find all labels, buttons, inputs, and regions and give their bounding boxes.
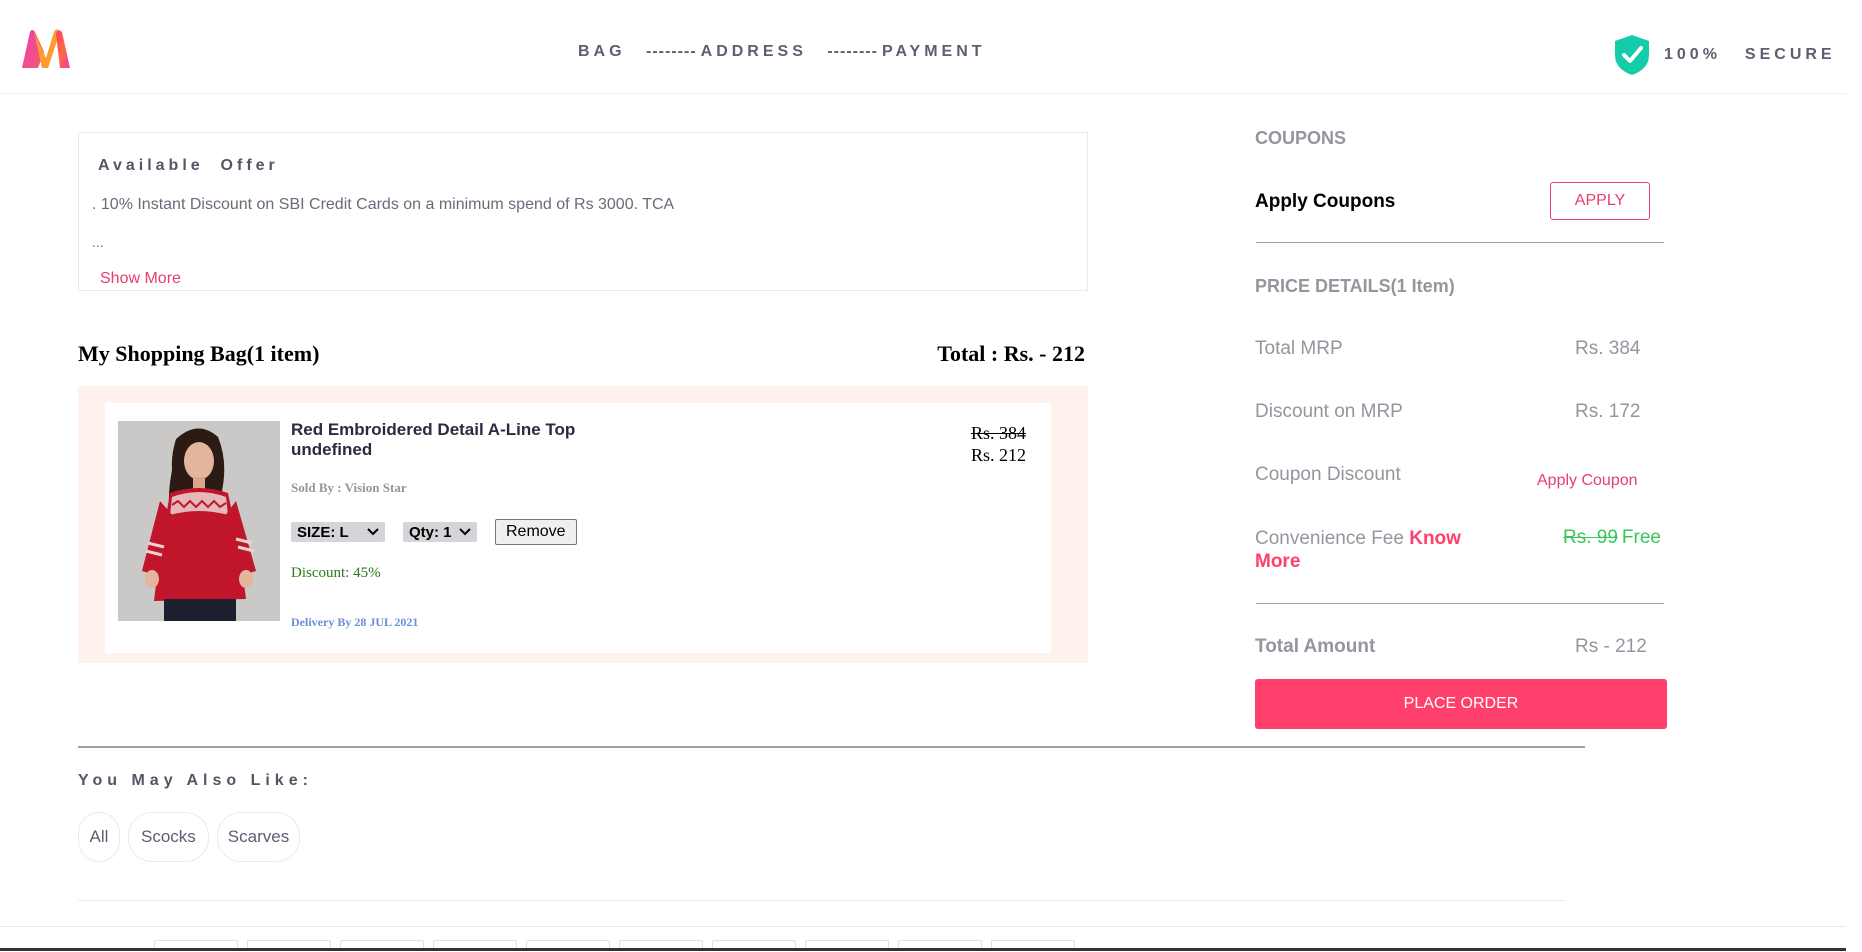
coupons-title: COUPONS: [1255, 128, 1347, 148]
step-address[interactable]: ADDRESS: [701, 43, 807, 60]
original-price: Rs. 384: [970, 423, 1026, 443]
product-image[interactable]: [118, 421, 280, 621]
sold-by: Sold By : Vision Star: [291, 480, 407, 495]
bag-total: Total : Rs. - 212: [937, 341, 1085, 366]
convenience-fee-free: Free: [1621, 527, 1661, 548]
divider: [78, 900, 1566, 901]
step-separator: --------: [646, 43, 697, 60]
apply-coupon-link[interactable]: Apply Coupon: [1537, 472, 1638, 490]
qty-select[interactable]: Qty: 1: [403, 522, 477, 542]
checkout-steps: BAG -------- ADDRESS -------- PAYMENT: [578, 43, 986, 61]
apply-coupon-button[interactable]: APPLY: [1550, 182, 1650, 220]
remove-button[interactable]: Remove: [495, 519, 577, 545]
divider: [1256, 603, 1664, 604]
bag-item: Red Embroidered Detail A-Line Top undefi…: [105, 403, 1051, 653]
coupon-discount-label: Coupon Discount: [1255, 464, 1401, 485]
discount-text: Discount: 45%: [291, 565, 381, 581]
convenience-fee-label: Convenience Fee Know More: [1255, 528, 1461, 572]
secure-text: 100% SECURE: [1664, 46, 1836, 63]
divider: [1256, 242, 1664, 243]
chip-scocks[interactable]: Scocks: [128, 812, 209, 862]
qty-value: Qty: 1: [409, 523, 452, 541]
chevron-down-icon: [459, 528, 471, 536]
discount-mrp-value: Rs. 172: [1575, 401, 1641, 422]
chevron-down-icon: [367, 528, 379, 536]
divider: [78, 746, 1585, 748]
shopping-bag-heading: My Shopping Bag(1 item): [78, 341, 320, 366]
available-offer-box: Available Offer . 10% Instant Discount o…: [78, 132, 1088, 291]
convenience-fee-value: Rs. 99 Free: [1563, 527, 1661, 549]
myntra-logo[interactable]: [20, 28, 72, 70]
size-value: SIZE: L: [297, 523, 349, 541]
step-separator: --------: [827, 43, 878, 60]
discounted-price: Rs. 212: [970, 445, 1026, 465]
chip-scarves[interactable]: Scarves: [216, 812, 301, 862]
category-chips: All Scocks Scarves: [78, 812, 308, 862]
offer-ellipsis: ...: [92, 234, 104, 250]
delivery-date: Delivery By 28 JUL 2021: [291, 615, 419, 629]
header: BAG -------- ADDRESS -------- PAYMENT 100%…: [0, 0, 1862, 94]
offer-text: . 10% Instant Discount on SBI Credit Car…: [92, 196, 675, 213]
convenience-fee-original: Rs. 99: [1563, 527, 1618, 548]
scrollbar[interactable]: [1846, 0, 1862, 951]
total-mrp-value: Rs. 384: [1575, 338, 1641, 359]
secure-badge: 100% SECURE: [1612, 33, 1836, 77]
shield-check-icon: [1615, 35, 1649, 75]
chip-all[interactable]: All: [78, 812, 120, 862]
offer-title: Available Offer: [98, 157, 279, 174]
step-bag[interactable]: BAG: [578, 43, 626, 60]
discount-mrp-label: Discount on MRP: [1255, 401, 1403, 422]
step-payment[interactable]: PAYMENT: [882, 43, 986, 60]
show-more-link[interactable]: Show More: [100, 270, 181, 288]
total-amount-value: Rs - 212: [1575, 636, 1647, 657]
item-controls: SIZE: L Qty: 1 Remove: [291, 519, 577, 545]
place-order-button[interactable]: PLACE ORDER: [1255, 679, 1667, 729]
bag-item-card: Red Embroidered Detail A-Line Top undefi…: [78, 386, 1088, 663]
apply-coupons-label: Apply Coupons: [1255, 191, 1396, 212]
product-name[interactable]: Red Embroidered Detail A-Line Top undefi…: [291, 420, 611, 460]
size-select[interactable]: SIZE: L: [291, 522, 385, 542]
also-like-title: You May Also Like:: [78, 772, 313, 789]
total-mrp-label: Total MRP: [1255, 338, 1343, 359]
price-details-title: PRICE DETAILS(1 Item): [1255, 276, 1455, 296]
total-amount-label: Total Amount: [1255, 636, 1376, 657]
